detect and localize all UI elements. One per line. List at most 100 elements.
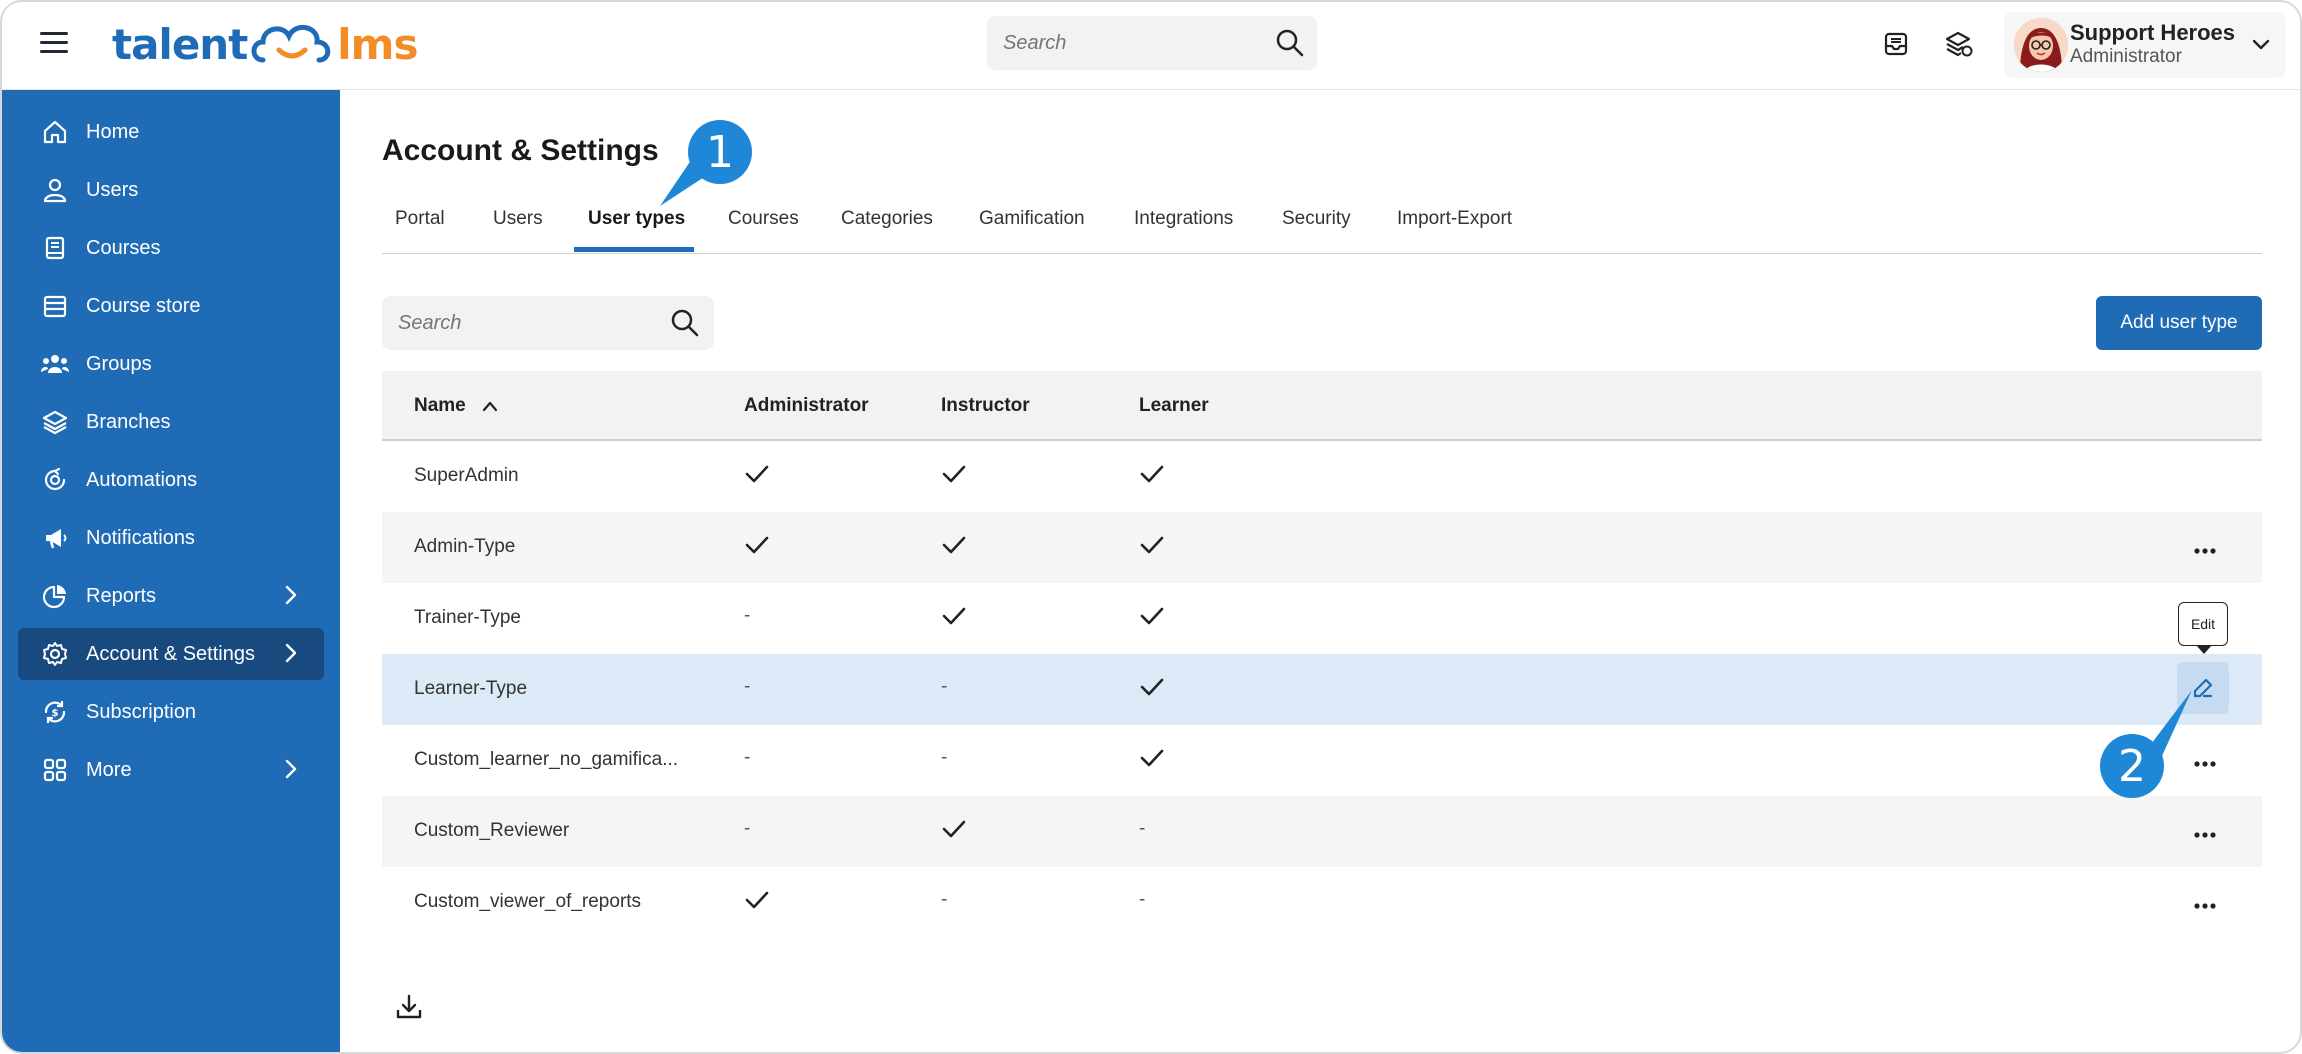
active-tab-indicator bbox=[574, 247, 694, 252]
checkmark-icon bbox=[1139, 676, 1165, 703]
empty-value: - bbox=[941, 889, 948, 910]
empty-value: - bbox=[744, 747, 751, 768]
table-row[interactable]: Learner-Type - - bbox=[382, 654, 2262, 725]
app-window: talent lms Search Support Heroes Adminis… bbox=[0, 0, 2302, 1054]
table-row[interactable]: Trainer-Type - bbox=[382, 583, 2262, 654]
automation-icon bbox=[44, 467, 66, 491]
logo-text-talent: talent bbox=[112, 19, 248, 69]
checkmark-icon bbox=[744, 534, 770, 561]
chevron-down-icon[interactable] bbox=[2250, 34, 2272, 56]
user-menu[interactable]: Support Heroes Administrator bbox=[2004, 12, 2286, 78]
user-types-search-input[interactable] bbox=[398, 308, 648, 338]
tab-portal[interactable]: Portal bbox=[395, 208, 445, 254]
sidebar-item-automations[interactable]: Automations bbox=[18, 454, 324, 506]
user-type-name: Custom_Reviewer bbox=[414, 820, 570, 841]
tab-courses[interactable]: Courses bbox=[728, 208, 799, 254]
user-icon bbox=[43, 178, 67, 203]
sidebar-item-label: Subscription bbox=[86, 700, 197, 723]
sidebar-item-subscription[interactable]: $ Subscription bbox=[18, 686, 324, 738]
tooltip-arrow bbox=[2196, 645, 2212, 654]
chevron-right-icon bbox=[285, 643, 297, 663]
empty-value: - bbox=[1139, 889, 1146, 910]
user-type-name: Learner-Type bbox=[414, 678, 528, 699]
top-bar: talent lms Search Support Heroes Adminis… bbox=[2, 2, 2300, 90]
tab-import-export[interactable]: Import-Export bbox=[1397, 208, 1512, 254]
more-options-icon[interactable] bbox=[2194, 818, 2216, 846]
svg-text:$: $ bbox=[52, 708, 59, 719]
table-row[interactable]: Custom_Reviewer - - bbox=[382, 796, 2262, 867]
table-row[interactable]: SuperAdmin bbox=[382, 441, 2262, 512]
user-name: Support Heroes bbox=[2070, 20, 2236, 45]
global-search-input[interactable] bbox=[1003, 28, 1253, 58]
column-header-learner: Learner bbox=[1139, 395, 1209, 416]
sidebar-item-label: Automations bbox=[86, 468, 198, 491]
layers-switch-icon[interactable] bbox=[1942, 28, 1974, 60]
table-header: Name Administrator Instructor Learner bbox=[382, 371, 2262, 441]
column-header-administrator: Administrator bbox=[744, 395, 869, 416]
sidebar-item-groups[interactable]: Groups bbox=[18, 338, 324, 390]
sidebar-item-label: Reports bbox=[86, 584, 157, 607]
column-header-name[interactable]: Name bbox=[414, 395, 499, 417]
user-type-name: SuperAdmin bbox=[414, 465, 519, 486]
search-icon[interactable] bbox=[670, 308, 700, 338]
avatar bbox=[2014, 18, 2068, 72]
user-types-search bbox=[382, 296, 714, 350]
sidebar-item-users[interactable]: Users bbox=[18, 164, 324, 216]
inbox-icon[interactable] bbox=[1880, 28, 1912, 60]
empty-value: - bbox=[941, 747, 948, 768]
sidebar-item-course-store[interactable]: Course store bbox=[18, 280, 324, 332]
gear-icon bbox=[43, 642, 67, 666]
sidebar-item-more[interactable]: More bbox=[18, 744, 324, 796]
pie-chart-icon bbox=[42, 585, 66, 609]
sidebar-item-label: Course store bbox=[86, 294, 201, 317]
sort-ascending-icon[interactable] bbox=[481, 399, 499, 413]
table-body: SuperAdmin Admin-Type Trainer-Type - Learner… bbox=[382, 441, 2262, 938]
empty-value: - bbox=[744, 605, 751, 626]
more-options-icon[interactable] bbox=[2194, 534, 2216, 562]
user-type-name: Custom_viewer_of_reports bbox=[414, 891, 642, 912]
store-icon bbox=[43, 295, 67, 318]
user-type-name: Admin-Type bbox=[414, 536, 516, 557]
checkmark-icon bbox=[1139, 534, 1165, 561]
tab-categories[interactable]: Categories bbox=[841, 208, 933, 254]
empty-value: - bbox=[1139, 818, 1146, 839]
logo-text-lms: lms bbox=[337, 19, 418, 69]
tab-users[interactable]: Users bbox=[493, 208, 543, 254]
tab-gamification[interactable]: Gamification bbox=[979, 208, 1085, 254]
checkmark-icon bbox=[1139, 605, 1165, 632]
search-icon[interactable] bbox=[1275, 28, 1305, 58]
groups-icon bbox=[41, 355, 69, 373]
user-types-table: Name Administrator Instructor Learner Su… bbox=[382, 371, 2262, 938]
add-user-type-button[interactable]: Add user type bbox=[2096, 296, 2262, 350]
download-icon[interactable] bbox=[394, 992, 424, 1022]
sidebar-item-branches[interactable]: Branches bbox=[18, 396, 324, 448]
checkmark-icon bbox=[744, 889, 770, 916]
tab-integrations[interactable]: Integrations bbox=[1134, 208, 1233, 254]
sidebar-item-notifications[interactable]: Notifications bbox=[18, 512, 324, 564]
sidebar-item-label: More bbox=[86, 758, 132, 781]
user-type-name: Custom_learner_no_gamifica... bbox=[414, 749, 679, 770]
book-icon bbox=[45, 236, 65, 260]
table-row[interactable]: Custom_learner_no_gamifica... - - bbox=[382, 725, 2262, 796]
user-role: Administrator bbox=[2070, 46, 2182, 67]
hamburger-menu-icon[interactable] bbox=[40, 32, 68, 56]
tab-security[interactable]: Security bbox=[1282, 208, 1351, 254]
page-title: Account & Settings bbox=[382, 134, 659, 167]
checkmark-icon bbox=[941, 534, 967, 561]
table-row[interactable]: Admin-Type bbox=[382, 512, 2262, 583]
sidebar-item-reports[interactable]: Reports bbox=[18, 570, 324, 622]
more-options-icon[interactable] bbox=[2194, 889, 2216, 917]
column-header-instructor: Instructor bbox=[941, 395, 1030, 416]
sidebar-item-courses[interactable]: Courses bbox=[18, 222, 324, 274]
empty-value: - bbox=[744, 818, 751, 839]
sidebar-item-home[interactable]: Home bbox=[18, 106, 324, 158]
sidebar-item-account-settings[interactable]: Account & Settings bbox=[18, 628, 324, 680]
chevron-right-icon bbox=[285, 585, 297, 605]
checkmark-icon bbox=[1139, 463, 1165, 490]
sidebar-item-label: Branches bbox=[86, 410, 171, 433]
table-row[interactable]: Custom_viewer_of_reports - - bbox=[382, 867, 2262, 938]
talentlms-logo[interactable]: talent lms bbox=[112, 14, 418, 74]
callout-badge-2: 2 bbox=[2100, 734, 2164, 798]
grid-icon bbox=[43, 758, 67, 782]
home-icon bbox=[43, 120, 67, 144]
